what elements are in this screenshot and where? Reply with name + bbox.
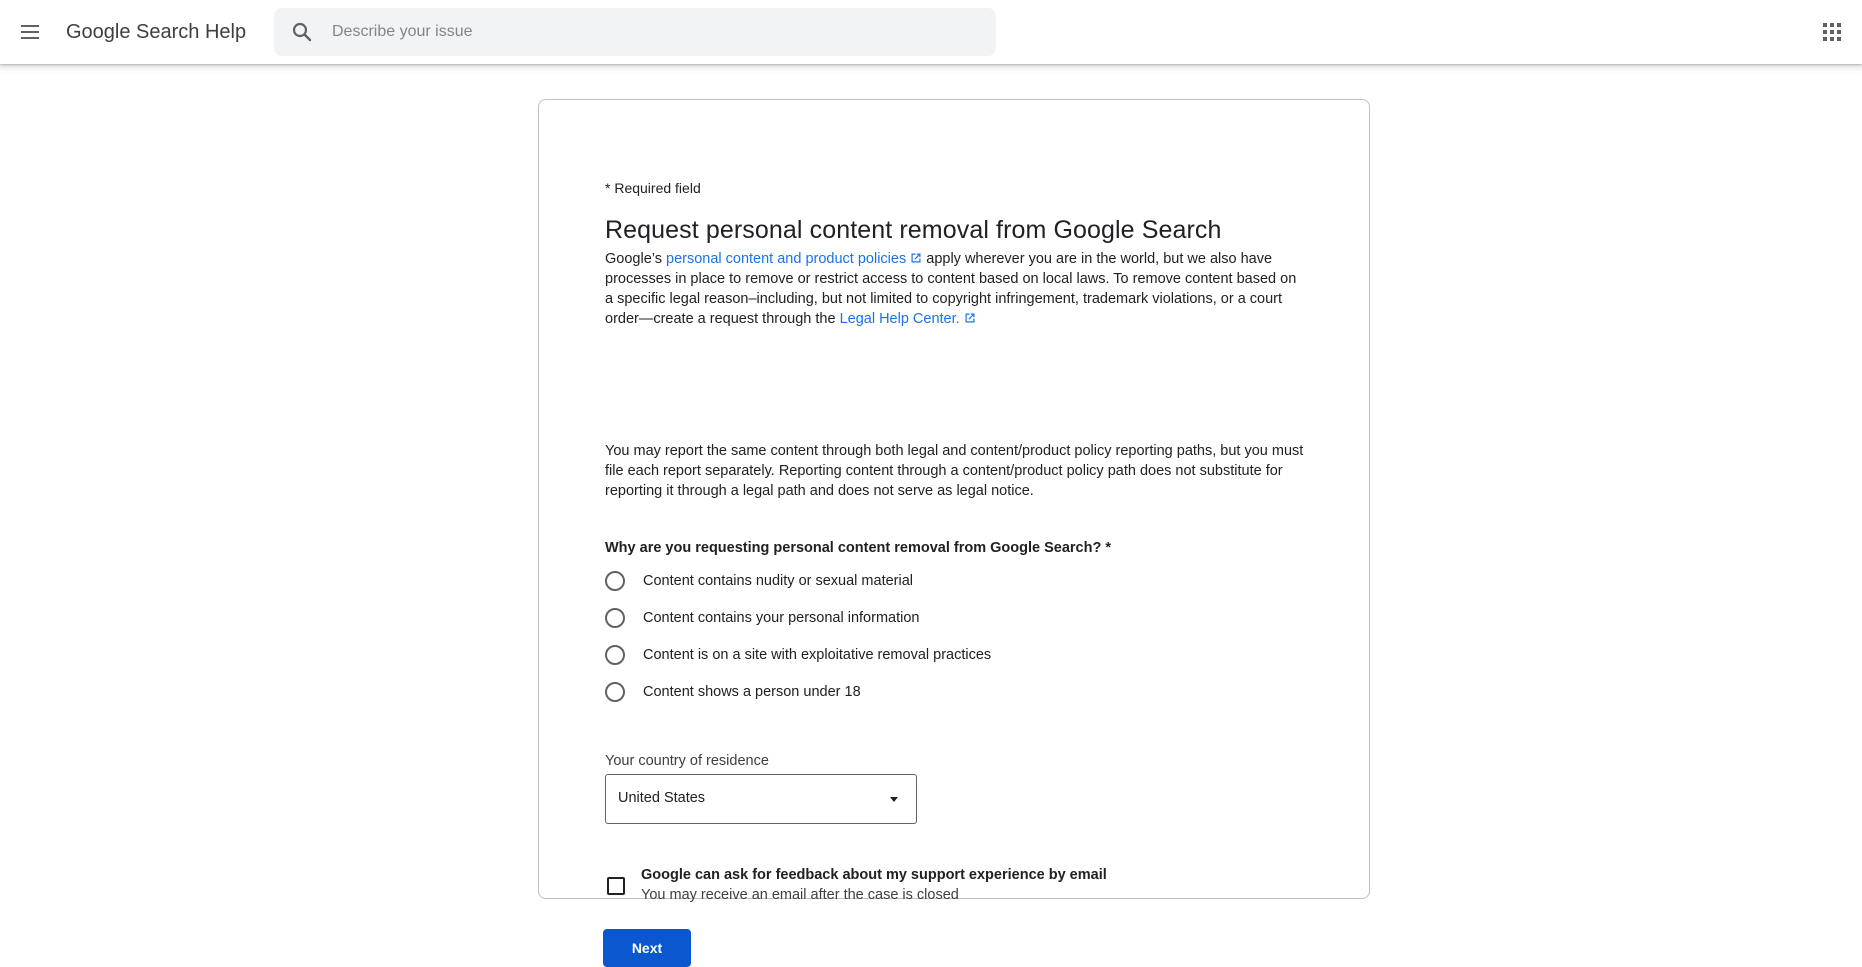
reason-option-personal-info[interactable]: Content contains your personal informati… (605, 606, 919, 630)
removal-request-card: * Required field Request personal conten… (538, 99, 1370, 967)
required-field-note: * Required field (605, 180, 701, 196)
search-input[interactable] (330, 8, 980, 56)
legal-link-label: Legal Help Center. (839, 311, 960, 327)
search-box[interactable] (274, 8, 996, 56)
feedback-checkbox-label[interactable]: Google can ask for feedback about my sup… (641, 867, 1107, 883)
radio-label: Content is on a site with exploitative r… (643, 647, 992, 663)
radio-button[interactable] (605, 571, 625, 591)
reason-option-exploitative-site[interactable]: Content is on a site with exploitative r… (605, 643, 991, 667)
reason-option-nudity[interactable]: Content contains nudity or sexual materi… (605, 569, 913, 593)
radio-button[interactable] (605, 645, 625, 665)
radio-label: Content contains nudity or sexual materi… (643, 573, 914, 589)
external-link-icon (965, 313, 975, 323)
radio-button[interactable] (605, 682, 625, 702)
reporting-paths-paragraph: You may report the same content through … (605, 443, 1304, 499)
feedback-checkbox[interactable] (607, 877, 625, 895)
radio-label: Content contains your personal informati… (643, 610, 920, 626)
country-selected-value: United States (618, 790, 706, 806)
country-label: Your country of residence (605, 753, 769, 769)
app-title[interactable]: Google Search Help (66, 20, 246, 44)
external-link-icon (911, 253, 921, 263)
intro-paragraph: Google’s personal content and product po… (605, 249, 1305, 329)
policy-link-label: personal content and product policies (666, 251, 907, 267)
removal-reason-question: Why are you requesting personal content … (605, 540, 1111, 556)
radio-label: Content shows a person under 18 (643, 684, 861, 700)
policy-link[interactable]: personal content and product policies (666, 251, 922, 267)
reason-option-minor[interactable]: Content shows a person under 18 (605, 680, 861, 704)
dropdown-arrow-icon (890, 797, 898, 802)
page-title: Request personal content removal from Go… (605, 216, 1222, 244)
hamburger-menu-icon[interactable] (14, 16, 46, 48)
next-button[interactable]: Next (603, 929, 691, 967)
feedback-checkbox-sublabel: You may receive an email after the case … (641, 887, 959, 903)
legal-help-center-link[interactable]: Legal Help Center. (840, 311, 976, 327)
radio-button[interactable] (605, 608, 625, 628)
intro-prefix: Google’s (605, 251, 662, 267)
search-icon[interactable] (290, 20, 314, 44)
country-select[interactable]: United States (605, 774, 917, 824)
apps-grid-icon[interactable] (1818, 18, 1846, 46)
top-app-bar: Google Search Help (0, 0, 1862, 64)
